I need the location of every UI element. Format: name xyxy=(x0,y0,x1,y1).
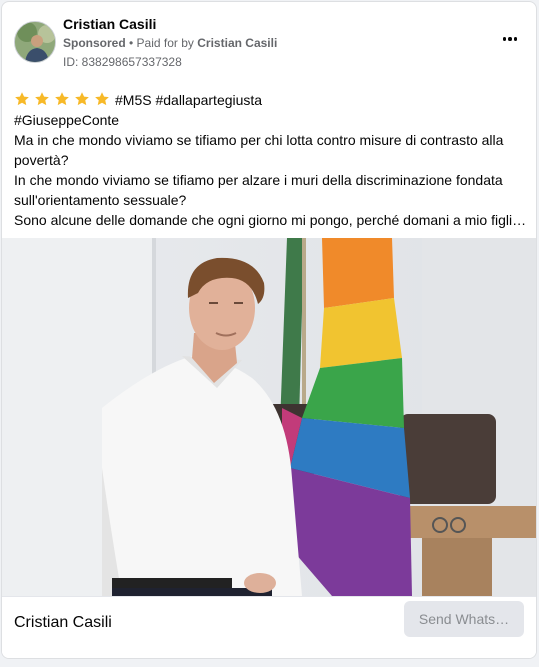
rating-stars xyxy=(14,91,110,107)
more-options-icon[interactable] xyxy=(498,29,522,49)
post-body: #M5S #dallapartegiusta #GiuseppeConte Ma… xyxy=(14,90,526,230)
post-footer: Cristian Casili Send Whats… xyxy=(2,596,536,658)
post-line-4: povertà? xyxy=(14,152,69,168)
star-icon xyxy=(35,92,49,106)
post-line-5: In che mondo viviamo se tifiamo per alza… xyxy=(14,172,503,188)
footer-page-name[interactable]: Cristian Casili xyxy=(14,614,112,632)
post-header: Cristian Casili Sponsored • Paid for by … xyxy=(2,2,536,86)
post-line-3: Ma in che mondo viviamo se tifiamo per c… xyxy=(14,132,504,148)
ad-id: ID: 838298657337328 xyxy=(63,55,182,69)
paid-for-prefix: • Paid for by xyxy=(129,36,194,50)
sponsored-post-card: Cristian Casili Sponsored • Paid for by … xyxy=(1,1,537,659)
post-line-6: sull'orientamento sessuale? xyxy=(14,192,187,208)
star-icon xyxy=(75,92,89,106)
post-line-1: #M5S #dallapartegiusta xyxy=(14,90,526,110)
send-whatsapp-button[interactable]: Send Whats… xyxy=(404,601,524,637)
post-line-7: Sono alcune delle domande che ogni giorn… xyxy=(14,212,526,228)
post-image[interactable] xyxy=(2,238,536,596)
star-icon xyxy=(95,92,109,106)
author-name[interactable]: Cristian Casili xyxy=(63,16,156,32)
sponsored-label: Sponsored xyxy=(63,36,126,50)
paid-for-name[interactable]: Cristian Casili xyxy=(197,36,277,50)
post-line-2[interactable]: #GiuseppeConte xyxy=(14,110,526,130)
star-icon xyxy=(55,92,69,106)
sponsored-meta: Sponsored • Paid for by Cristian Casili xyxy=(63,36,277,50)
author-avatar[interactable] xyxy=(14,21,56,63)
star-icon xyxy=(15,92,29,106)
hashtags[interactable]: #M5S #dallapartegiusta xyxy=(115,92,262,108)
